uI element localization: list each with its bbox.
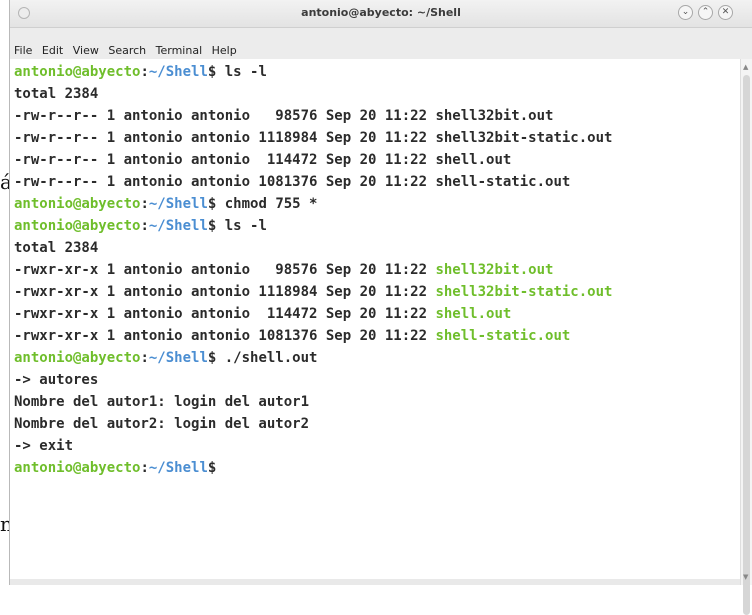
output-text: -> exit	[14, 438, 74, 454]
file-name: shell32bit-static.out	[435, 130, 613, 146]
output-text: -rwxr-xr-x 1 antonio antonio 114472 Sep …	[14, 306, 436, 322]
scroll-up-icon[interactable]: ▲	[743, 63, 748, 71]
prompt-user: antonio@abyecto	[14, 64, 141, 80]
prompt-path: ~/Shell	[148, 350, 208, 366]
menu-view[interactable]: View	[73, 44, 99, 57]
terminal-line: -rw-r--r-- 1 antonio antonio 1081376 Sep…	[14, 171, 740, 193]
terminal-line: antonio@abyecto:~/Shell$	[14, 457, 740, 479]
executable-file-name: shell.out	[435, 306, 512, 322]
title-bar[interactable]: antonio@abyecto: ~/Shell ⌄ ⌃ ✕	[10, 0, 752, 28]
menu-terminal[interactable]: Terminal	[156, 44, 203, 57]
terminal-line: antonio@abyecto:~/Shell$ ls -l	[14, 215, 740, 237]
prompt-command: $ chmod 755 *	[207, 196, 318, 212]
prompt-command: $ ./shell.out	[207, 350, 318, 366]
terminal-line: antonio@abyecto:~/Shell$ ls -l	[14, 61, 740, 83]
executable-file-name: shell32bit-static.out	[435, 284, 613, 300]
output-text: -> autores	[14, 372, 99, 388]
terminal-line: -rw-r--r-- 1 antonio antonio 1118984 Sep…	[14, 127, 740, 149]
prompt-path: ~/Shell	[148, 218, 208, 234]
window-title: antonio@abyecto: ~/Shell	[301, 6, 461, 19]
menu-items: File Edit View Search Terminal Help	[14, 44, 243, 57]
prompt-separator: :	[140, 218, 149, 234]
scrollbar-thumb[interactable]	[743, 75, 750, 615]
terminal-line: -rw-r--r-- 1 antonio antonio 98576 Sep 2…	[14, 105, 740, 127]
maximize-button[interactable]: ⌃	[698, 5, 713, 20]
executable-file-name: shell-static.out	[435, 328, 571, 344]
terminal-line: -rwxr-xr-x 1 antonio antonio 114472 Sep …	[14, 303, 740, 325]
output-text: -rwxr-xr-x 1 antonio antonio 98576 Sep 2…	[14, 262, 436, 278]
vertical-scrollbar[interactable]: ▲ ▼	[740, 59, 752, 615]
output-text: total 2384	[14, 86, 99, 102]
output-text: -rw-r--r-- 1 antonio antonio 114472 Sep …	[14, 152, 436, 168]
prompt-path: ~/Shell	[148, 64, 208, 80]
prompt-user: antonio@abyecto	[14, 460, 141, 476]
prompt-separator: :	[140, 460, 149, 476]
prompt-user: antonio@abyecto	[14, 350, 141, 366]
menu-search[interactable]: Search	[108, 44, 146, 57]
terminal-line: Nombre del autor1: login del autor1	[14, 391, 740, 413]
minimize-button[interactable]: ⌄	[678, 5, 693, 20]
output-text: -rw-r--r-- 1 antonio antonio 1081376 Sep…	[14, 174, 436, 190]
scroll-down-icon[interactable]: ▼	[743, 573, 748, 581]
prompt-command: $	[207, 460, 217, 476]
terminal-line: total 2384	[14, 237, 740, 259]
terminal-output[interactable]: antonio@abyecto:~/Shell$ ls -l total 2384…	[10, 59, 740, 585]
file-name: shell32bit.out	[435, 108, 554, 124]
terminal-line: -rwxr-xr-x 1 antonio antonio 98576 Sep 2…	[14, 259, 740, 281]
terminal-line: total 2384	[14, 83, 740, 105]
menu-file[interactable]: File	[14, 44, 32, 57]
file-name: shell.out	[435, 152, 512, 168]
terminal-line: antonio@abyecto:~/Shell$ ./shell.out	[14, 347, 740, 369]
bottom-edge	[10, 579, 740, 585]
terminal-line: Nombre del autor2: login del autor2	[14, 413, 740, 435]
prompt-separator: :	[140, 350, 149, 366]
prompt-path: ~/Shell	[148, 196, 208, 212]
prompt-command: $ ls -l	[207, 218, 267, 234]
menu-help[interactable]: Help	[212, 44, 237, 57]
executable-file-name: shell32bit.out	[435, 262, 554, 278]
prompt-user: antonio@abyecto	[14, 218, 141, 234]
prompt-command: $ ls -l	[207, 64, 267, 80]
output-text: -rw-r--r-- 1 antonio antonio 1118984 Sep…	[14, 130, 436, 146]
terminal-line: -> exit	[14, 435, 740, 457]
prompt-path: ~/Shell	[148, 460, 208, 476]
terminal-line: antonio@abyecto:~/Shell$ chmod 755 *	[14, 193, 740, 215]
file-name: shell-static.out	[435, 174, 571, 190]
output-text: -rwxr-xr-x 1 antonio antonio 1118984 Sep…	[14, 284, 436, 300]
terminal-line: -rwxr-xr-x 1 antonio antonio 1081376 Sep…	[14, 325, 740, 347]
close-button[interactable]: ✕	[718, 5, 733, 20]
prompt-separator: :	[140, 64, 149, 80]
output-text: total 2384	[14, 240, 99, 256]
prompt-user: antonio@abyecto	[14, 196, 141, 212]
output-text: Nombre del autor2: login del autor2	[14, 416, 310, 432]
terminal-window: antonio@abyecto: ~/Shell ⌄ ⌃ ✕ File Edit…	[9, 0, 752, 615]
menu-edit[interactable]: Edit	[42, 44, 63, 57]
terminal-line: -> autores	[14, 369, 740, 391]
output-text: -rwxr-xr-x 1 antonio antonio 1081376 Sep…	[14, 328, 436, 344]
terminal-line: -rwxr-xr-x 1 antonio antonio 1118984 Sep…	[14, 281, 740, 303]
terminal-line: -rw-r--r-- 1 antonio antonio 114472 Sep …	[14, 149, 740, 171]
output-text: Nombre del autor1: login del autor1	[14, 394, 310, 410]
output-text: -rw-r--r-- 1 antonio antonio 98576 Sep 2…	[14, 108, 436, 124]
prompt-separator: :	[140, 196, 149, 212]
